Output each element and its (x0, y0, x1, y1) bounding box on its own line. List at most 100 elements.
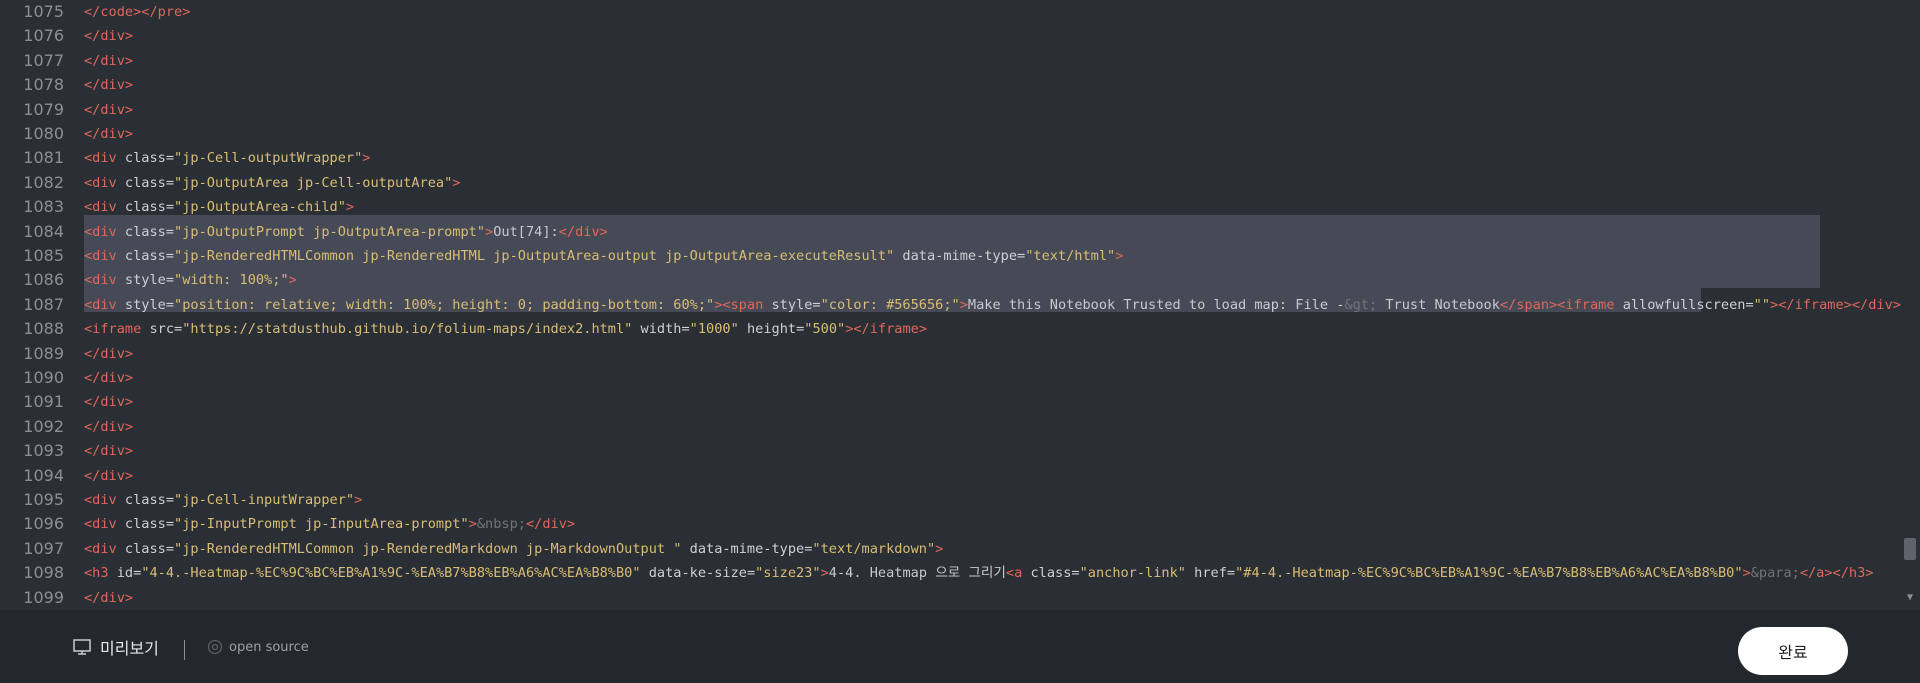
code-line[interactable]: 1096 <div class="jp-InputPrompt jp-InputA… (0, 512, 1900, 536)
preview-button[interactable]: 미리보기 (72, 632, 159, 662)
code-text[interactable]: </div> (84, 390, 133, 414)
code-text[interactable]: </div> (84, 366, 133, 390)
code-line[interactable]: 1075 </code></pre> (0, 0, 1900, 24)
code-token: Trust Notebook (1377, 296, 1500, 313)
code-token: > (485, 223, 494, 240)
code-text[interactable]: </code></pre> (84, 0, 190, 24)
code-token: <div (84, 272, 125, 289)
code-line[interactable]: 1094 </div> (0, 464, 1900, 488)
code-line[interactable]: 1092 </div> (0, 415, 1900, 439)
code-text[interactable]: </div> (84, 24, 133, 48)
code-token: width= (632, 321, 690, 338)
code-line[interactable]: 1090 </div> (0, 366, 1900, 390)
code-token: > (820, 565, 829, 582)
code-line[interactable]: 1091 </div> (0, 390, 1900, 414)
code-token: <div (84, 150, 125, 167)
code-line[interactable]: 1086 <div style="width: 100%;"> (0, 268, 1900, 292)
code-text[interactable]: <iframe src="https://statdusthub.github.… (84, 317, 927, 341)
code-token: > (935, 540, 944, 557)
code-line[interactable]: 1083 <div class="jp-OutputArea-child"> (0, 195, 1900, 219)
code-token: <div (84, 248, 125, 264)
code-text[interactable]: </div> (84, 439, 133, 463)
code-token: "text/markdown" (812, 540, 936, 557)
code-text[interactable]: </div> (84, 122, 133, 146)
code-token: allowfullscreen= (1622, 296, 1754, 313)
open-source-label: open source (229, 639, 309, 655)
code-token: </div> (84, 28, 134, 45)
code-token: Out[74]: (493, 223, 559, 240)
code-text[interactable]: <div style="width: 100%;"> (84, 268, 297, 292)
code-line[interactable]: 1093 </div> (0, 439, 1900, 463)
code-text[interactable]: </div> (84, 98, 133, 122)
line-number: 1090 (23, 368, 64, 387)
code-text[interactable]: </div> (84, 464, 133, 488)
code-token: id= (116, 565, 142, 582)
code-token: </div> (84, 370, 134, 386)
code-text[interactable]: <div class="jp-RenderedHTMLCommon jp-Ren… (84, 537, 943, 561)
code-text[interactable]: <div class="jp-Cell-outputWrapper"> (84, 146, 370, 170)
code-text[interactable]: <h3 id="4-4.-Heatmap-%EC%9C%BC%EB%A1%9C-… (84, 561, 1873, 585)
code-token: class= (124, 199, 175, 216)
line-number: 1084 (23, 221, 64, 241)
code-token: 4-4. Heatmap 으로 그리기 (828, 565, 1006, 582)
code-token: style= (771, 296, 821, 313)
line-number: 1091 (23, 392, 64, 412)
code-line[interactable]: 1078 </div> (0, 73, 1900, 97)
open-source-button[interactable]: open source (207, 632, 309, 662)
code-token: &nbsp; (476, 516, 526, 533)
code-token: "1000" (689, 321, 739, 338)
code-line[interactable]: 1095 <div class="jp-Cell-inputWrapper"> (0, 488, 1900, 512)
code-text[interactable]: </div> (84, 73, 133, 97)
code-line[interactable]: 1087 <div style="position: relative; widt… (0, 293, 1901, 317)
line-number: 1086 (23, 270, 64, 290)
code-line[interactable]: 1099 </div> (0, 586, 1900, 610)
code-token: "jp-OutputArea-child" (174, 199, 346, 216)
code-line[interactable]: 1080 </div> (0, 122, 1900, 146)
code-text[interactable]: <div class="jp-OutputArea jp-Cell-output… (84, 171, 460, 195)
code-line[interactable]: 1089 </div> (0, 342, 1900, 366)
line-number: 1098 (23, 563, 64, 583)
code-text[interactable]: <div class="jp-OutputArea-child"> (84, 195, 354, 219)
code-line[interactable]: 1098 <h3 id="4-4.-Heatmap-%EC%9C%BC%EB%A1… (0, 561, 1900, 585)
code-line[interactable]: 1081 <div class="jp-Cell-outputWrapper"> (0, 146, 1900, 170)
code-token: ></iframe></div> (1770, 296, 1901, 313)
line-number: 1078 (23, 75, 64, 95)
code-line[interactable]: 1097 <div class="jp-RenderedHTMLCommon jp… (0, 537, 1900, 561)
code-token: src= (149, 321, 183, 338)
scroll-down-icon[interactable]: ▼ (1904, 592, 1916, 604)
code-token: </div> (84, 101, 134, 118)
code-token: class= (124, 540, 175, 557)
code-line[interactable]: 1076 </div> (0, 24, 1900, 48)
line-number: 1092 (23, 416, 64, 436)
code-text[interactable]: <div class="jp-Cell-inputWrapper"> (84, 488, 362, 512)
code-token: <div (84, 540, 125, 557)
vertical-scrollbar[interactable]: ▼ (1903, 0, 1920, 610)
code-text[interactable]: </div> (84, 586, 133, 610)
done-button[interactable]: 완료 (1738, 627, 1848, 675)
code-token: </div> (84, 394, 134, 411)
code-text[interactable]: <div style="position: relative; width: 1… (84, 293, 1901, 317)
code-token: data-mime-type= (894, 248, 1026, 264)
code-line[interactable]: 1077 </div> (0, 49, 1900, 73)
code-text[interactable]: </div> (84, 415, 133, 439)
code-text[interactable]: <div class="jp-RenderedHTMLCommon jp-Ren… (84, 244, 1123, 268)
code-line[interactable]: 1079 </div> (0, 98, 1900, 122)
code-token: "jp-OutputArea jp-Cell-outputArea" (174, 174, 453, 191)
code-text[interactable]: </div> (84, 49, 133, 73)
code-token: "position: relative; width: 100%; height… (174, 296, 715, 313)
scroll-thumb[interactable] (1904, 538, 1916, 560)
code-text[interactable]: <div class="jp-OutputPrompt jp-OutputAre… (84, 220, 608, 244)
code-text[interactable]: <div class="jp-InputPrompt jp-InputArea-… (84, 512, 575, 536)
code-line[interactable]: 1082 <div class="jp-OutputArea jp-Cell-ou… (0, 171, 1900, 195)
code-line[interactable]: 1084 <div class="jp-OutputPrompt jp-Outpu… (0, 220, 1900, 244)
code-line[interactable]: 1088 <iframe src="https://statdusthub.git… (0, 317, 1900, 341)
preview-label: 미리보기 (100, 639, 159, 658)
code-token: "jp-Cell-inputWrapper" (174, 492, 355, 508)
code-line[interactable]: 1085 <div class="jp-RenderedHTMLCommon jp… (0, 244, 1900, 268)
open-source-icon (207, 639, 223, 655)
code-editor[interactable]: 1075 </code></pre> 1076 </div> 1077 </div> 107… (0, 0, 1920, 610)
code-token: class= (124, 248, 175, 264)
code-text[interactable]: </div> (84, 342, 133, 366)
code-token: &gt; (1344, 296, 1378, 313)
line-number: 1077 (23, 50, 64, 70)
